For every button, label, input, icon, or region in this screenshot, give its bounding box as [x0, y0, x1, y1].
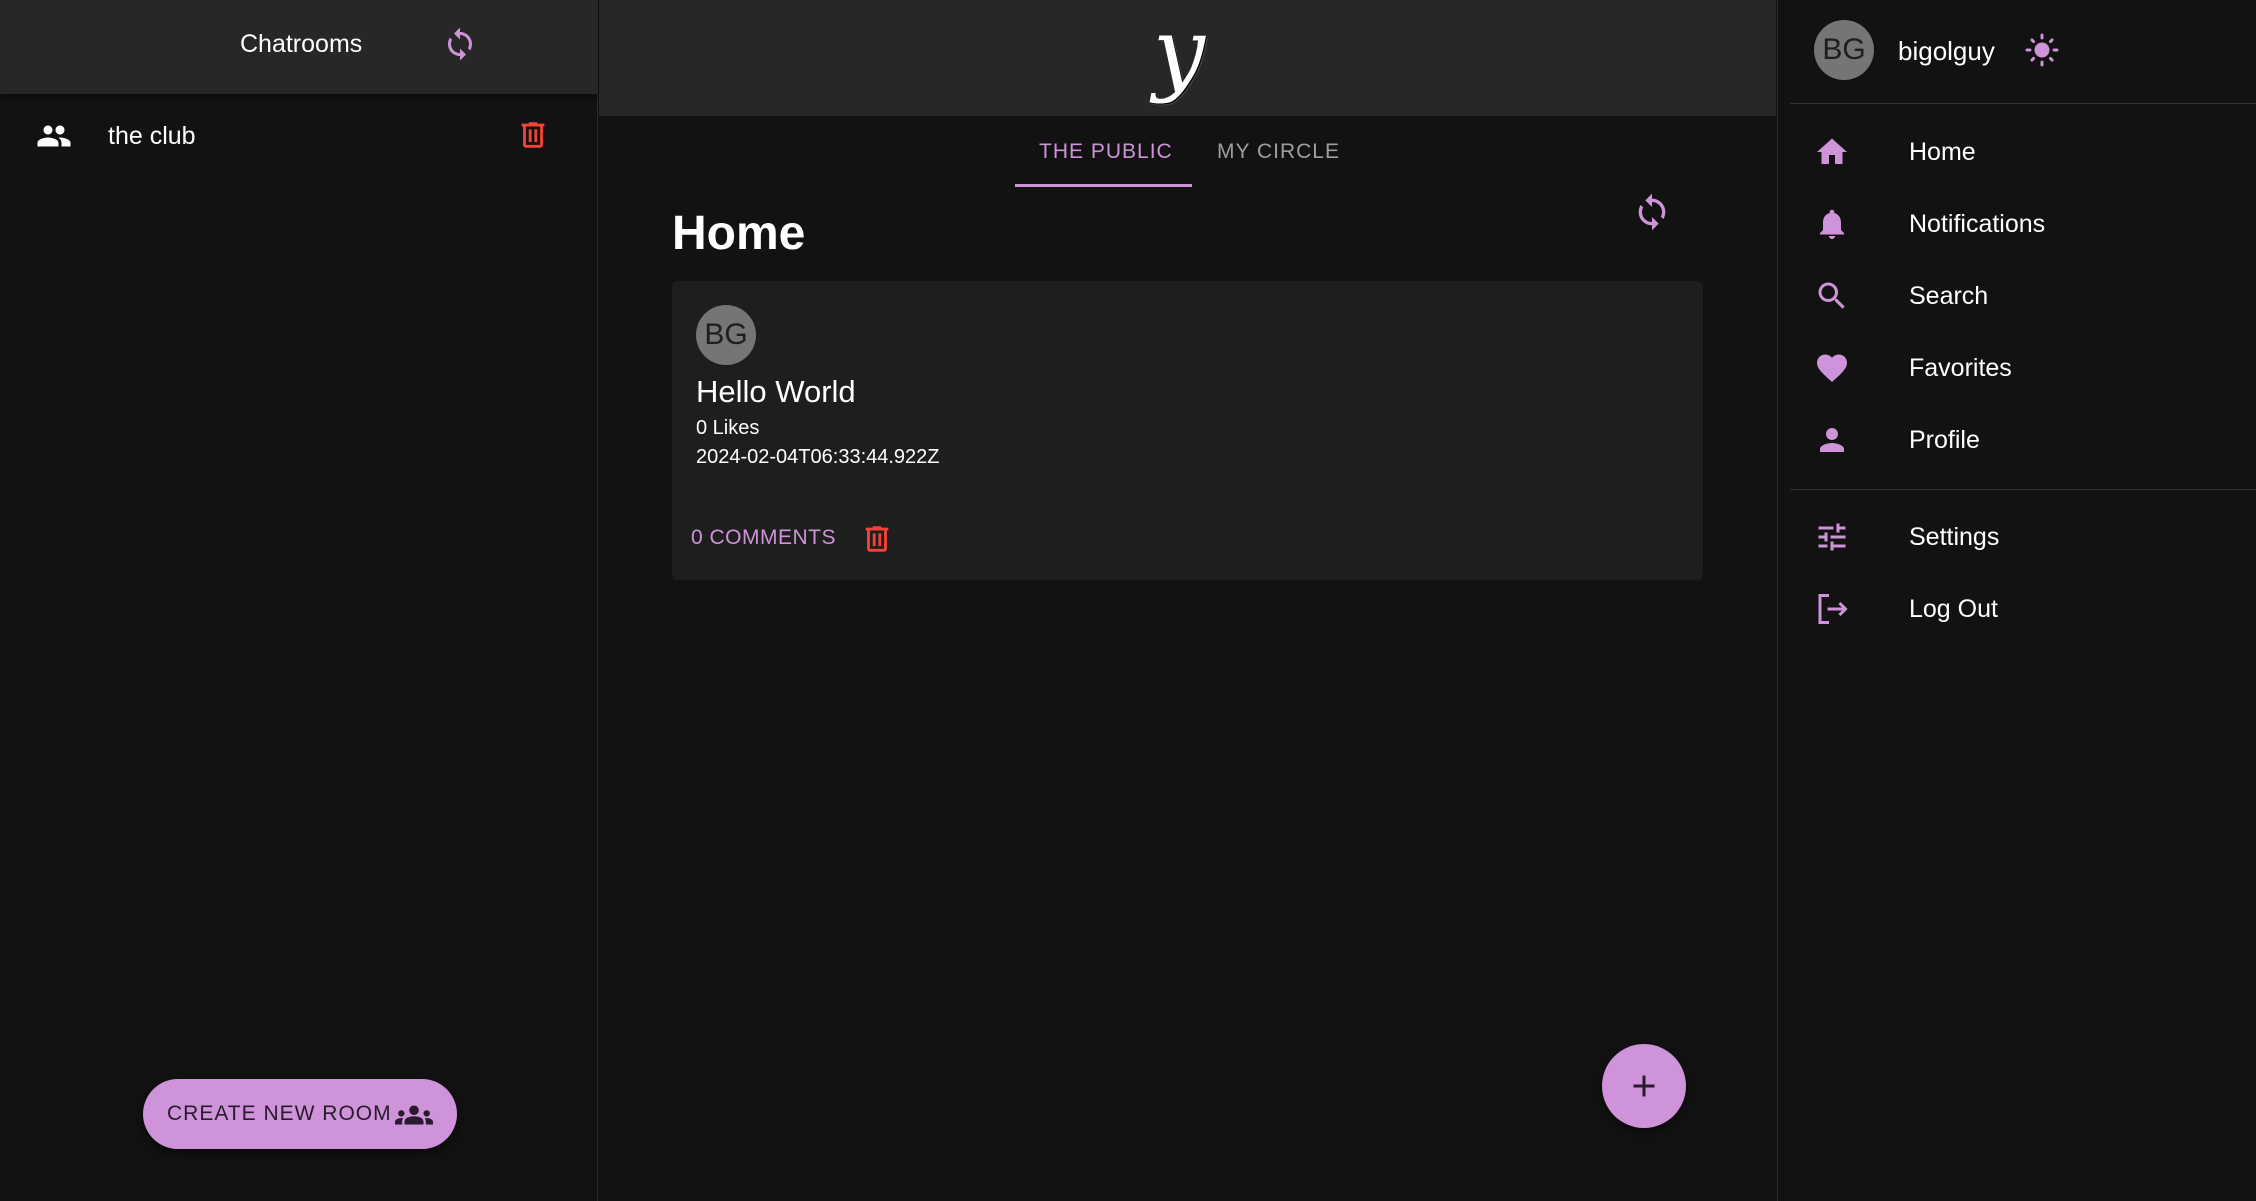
nav-item-search[interactable]: Search: [1790, 266, 2256, 326]
search-icon: [1818, 282, 1845, 309]
avatar[interactable]: BG: [696, 305, 756, 365]
nav-label: Home: [1909, 138, 1976, 166]
username: bigolguy: [1898, 36, 1995, 66]
refresh-icon[interactable]: [1632, 190, 1672, 234]
heart-icon: [1817, 354, 1847, 383]
logout-icon: [1818, 594, 1848, 624]
divider: [1790, 103, 2256, 104]
chatrooms-title: Chatrooms: [240, 30, 363, 58]
refresh-icon[interactable]: [442, 26, 478, 62]
post-likes: 0 Likes: [696, 417, 760, 439]
main-feed: y THE PUBLIC MY CIRCLE Home BG Hello Wor…: [599, 0, 1776, 1201]
nav-item-notifications[interactable]: Notifications: [1790, 194, 2256, 254]
nav-item-favorites[interactable]: Favorites: [1790, 338, 2256, 398]
create-room-button[interactable]: CREATE NEW ROOM: [143, 1079, 457, 1149]
active-tab-indicator: [1015, 184, 1192, 187]
nav-label: Favorites: [1909, 354, 2012, 382]
chatrooms-sidebar: Chatrooms the club CREATE NEW ROOM: [0, 0, 598, 1201]
divider: [1790, 489, 2256, 490]
nav-label: Notifications: [1909, 210, 2046, 238]
nav-item-logout[interactable]: Log Out: [1790, 579, 2256, 639]
tab-the-public[interactable]: THE PUBLIC: [1039, 140, 1173, 164]
nav-label: Profile: [1909, 426, 1980, 454]
nav-sidebar: BG bigolguy Home Notifications Search Fa…: [1777, 0, 2256, 1201]
groups-icon: [395, 1105, 433, 1125]
app-logo[interactable]: y: [1153, 6, 1205, 98]
post-title: Hello World: [696, 374, 856, 409]
page-title: Home: [672, 207, 806, 260]
plus-icon: [1633, 1075, 1655, 1097]
comments-button[interactable]: 0 COMMENTS: [691, 526, 836, 550]
nav-label: Settings: [1909, 523, 2000, 551]
feed-tabs: THE PUBLIC MY CIRCLE: [599, 120, 1776, 188]
tab-my-circle[interactable]: MY CIRCLE: [1217, 140, 1340, 164]
user-avatar[interactable]: BG: [1814, 20, 1874, 80]
new-post-button[interactable]: [1602, 1044, 1686, 1128]
chatroom-label: the club: [108, 122, 196, 150]
sun-icon[interactable]: [2024, 32, 2060, 68]
nav-item-home[interactable]: Home: [1790, 122, 2256, 182]
person-icon: [1820, 428, 1844, 452]
chatrooms-header: Chatrooms: [0, 0, 598, 94]
sliders-icon: [1818, 523, 1846, 551]
bell-icon: [1820, 209, 1844, 239]
app-header: y: [599, 0, 1776, 116]
delete-icon[interactable]: [516, 118, 550, 152]
nav-item-settings[interactable]: Settings: [1790, 507, 2256, 567]
home-icon: [1817, 138, 1847, 164]
nav-label: Search: [1909, 282, 1989, 310]
chatroom-item[interactable]: the club: [0, 110, 598, 160]
nav-item-profile[interactable]: Profile: [1790, 410, 2256, 470]
app-window: Chatrooms the club CREATE NEW ROOM y THE…: [0, 0, 2256, 1201]
group-icon: [37, 125, 71, 147]
post-card: BG Hello World 0 Likes 2024-02-04T06:33:…: [672, 281, 1703, 580]
post-timestamp: 2024-02-04T06:33:44.922Z: [696, 446, 940, 468]
create-room-label: CREATE NEW ROOM: [167, 1102, 392, 1125]
nav-label: Log Out: [1909, 595, 1998, 623]
delete-icon[interactable]: [860, 522, 894, 556]
